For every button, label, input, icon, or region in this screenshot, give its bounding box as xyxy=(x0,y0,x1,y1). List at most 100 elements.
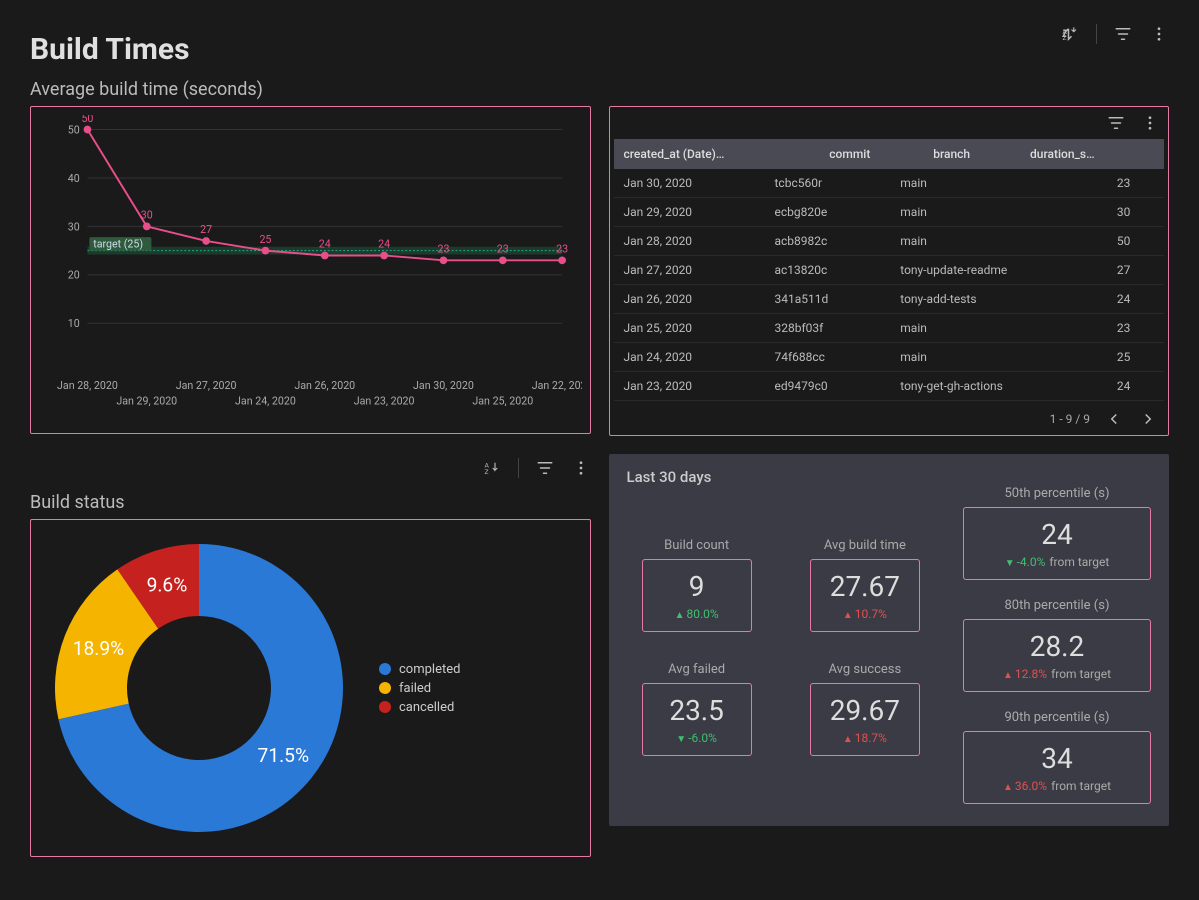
builds-table: created_at (Date)…commitbranchduration_s… xyxy=(614,139,1165,169)
table-header[interactable]: branch xyxy=(923,139,1020,169)
donut-legend: completed failed cancelled xyxy=(379,658,460,719)
more-vert-icon[interactable] xyxy=(1149,24,1169,44)
table-cell: 25 xyxy=(1107,343,1164,372)
table-cell: Jan 28, 2020 xyxy=(614,227,765,256)
sort-az-icon[interactable]: AZ xyxy=(482,458,502,478)
filter-icon[interactable] xyxy=(535,458,555,478)
table-header[interactable]: duration_s… xyxy=(1020,139,1164,169)
svg-text:71.5%: 71.5% xyxy=(258,744,309,767)
table-row[interactable]: Jan 24, 202074f688ccmain25 xyxy=(614,343,1165,372)
panel-toolbar-donut: AZ xyxy=(30,454,591,488)
svg-text:27: 27 xyxy=(200,223,212,236)
arrow-up-icon: ▲ xyxy=(675,610,685,621)
table-cell: Jan 30, 2020 xyxy=(614,169,765,198)
legend-item[interactable]: completed xyxy=(379,662,460,677)
table-cell: 50 xyxy=(1107,227,1164,256)
stat-avg-success: Avg success 29.67 ▲18.7% xyxy=(810,662,920,756)
table-cell: ecbg820e xyxy=(765,198,891,227)
svg-text:50: 50 xyxy=(81,115,93,125)
table-header[interactable]: created_at (Date)… xyxy=(614,139,820,169)
table-cell: 74f688cc xyxy=(765,343,891,372)
table-row[interactable]: Jan 23, 2020ed9479c0tony-get-gh-actions2… xyxy=(614,372,1165,401)
svg-text:9.6%: 9.6% xyxy=(147,573,188,596)
arrow-up-icon: ▲ xyxy=(1003,782,1013,793)
arrow-down-icon: ▼ xyxy=(1005,558,1015,569)
svg-text:30: 30 xyxy=(141,209,153,222)
filter-icon[interactable] xyxy=(1106,113,1126,133)
table-cell: main xyxy=(890,343,1107,372)
donut-panel: 9.6%18.9%71.5% completed failed cancelled xyxy=(30,519,591,857)
filter-icon[interactable] xyxy=(1113,24,1133,44)
table-header[interactable]: commit xyxy=(819,139,923,169)
table-cell: 341a511d xyxy=(765,285,891,314)
legend-item[interactable]: failed xyxy=(379,681,460,696)
arrow-up-icon: ▲ xyxy=(843,610,853,621)
legend-swatch xyxy=(379,701,391,713)
table-cell: main xyxy=(890,314,1107,343)
table-cell: Jan 24, 2020 xyxy=(614,343,765,372)
table-cell: tony-add-tests xyxy=(890,285,1107,314)
legend-swatch xyxy=(379,682,391,694)
svg-text:10: 10 xyxy=(68,317,80,330)
line-chart-title: Average build time (seconds) xyxy=(30,79,1169,100)
panel-toolbar-top: AZ xyxy=(609,20,1170,54)
svg-text:24: 24 xyxy=(319,238,331,251)
stats-panel-title: Last 30 days xyxy=(627,468,1152,486)
table-cell: ac13820c xyxy=(765,256,891,285)
sort-az-icon[interactable]: AZ xyxy=(1060,24,1080,44)
more-vert-icon[interactable] xyxy=(1140,113,1160,133)
stat-delta: 12.8% xyxy=(1015,667,1047,681)
stat-label: 50th percentile (s) xyxy=(963,486,1151,501)
svg-text:Z: Z xyxy=(484,468,488,476)
svg-text:30: 30 xyxy=(68,220,80,233)
svg-text:Jan 24, 2020: Jan 24, 2020 xyxy=(235,395,296,408)
svg-text:Jan 26, 2020: Jan 26, 2020 xyxy=(294,379,355,392)
table-cell: acb8982c xyxy=(765,227,891,256)
table-row[interactable]: Jan 29, 2020ecbg820emain30 xyxy=(614,198,1165,227)
table-row[interactable]: Jan 26, 2020341a511dtony-add-tests24 xyxy=(614,285,1165,314)
table-cell: tcbc560r xyxy=(765,169,891,198)
table-cell: Jan 25, 2020 xyxy=(614,314,765,343)
svg-text:Jan 30, 2020: Jan 30, 2020 xyxy=(413,379,474,392)
table-cell: Jan 29, 2020 xyxy=(614,198,765,227)
table-cell: 24 xyxy=(1107,372,1164,401)
stat-suffix: from target xyxy=(1051,667,1111,681)
stat-delta: 18.7% xyxy=(855,731,887,745)
svg-text:50: 50 xyxy=(68,123,80,136)
table-cell: Jan 23, 2020 xyxy=(614,372,765,401)
stat-value: 9 xyxy=(657,570,737,603)
svg-text:Jan 23, 2020: Jan 23, 2020 xyxy=(354,395,415,408)
stat-build-count: Build count 9 ▲80.0% xyxy=(642,538,752,632)
svg-text:Jan 25, 2020: Jan 25, 2020 xyxy=(472,395,533,408)
table-row[interactable]: Jan 27, 2020ac13820ctony-update-readme27 xyxy=(614,256,1165,285)
legend-item[interactable]: cancelled xyxy=(379,700,460,715)
stat-value: 34 xyxy=(978,742,1136,775)
pager-next-icon[interactable] xyxy=(1138,409,1158,429)
svg-text:Jan 28, 2020: Jan 28, 2020 xyxy=(57,379,118,392)
donut-chart: 9.6%18.9%71.5% xyxy=(39,528,359,848)
svg-text:Z: Z xyxy=(1063,34,1067,42)
more-vert-icon[interactable] xyxy=(571,458,591,478)
svg-text:24: 24 xyxy=(378,238,390,251)
svg-text:Jan 29, 2020: Jan 29, 2020 xyxy=(116,395,177,408)
pager-prev-icon[interactable] xyxy=(1104,409,1124,429)
table-cell: 23 xyxy=(1107,314,1164,343)
stat-value: 23.5 xyxy=(657,694,737,727)
toolbar-divider xyxy=(1096,24,1097,44)
stat-label: Avg success xyxy=(810,662,920,677)
table-cell: tony-update-readme xyxy=(890,256,1107,285)
table-row[interactable]: Jan 30, 2020tcbc560rmain23 xyxy=(614,169,1165,198)
table-row[interactable]: Jan 28, 2020acb8982cmain50 xyxy=(614,227,1165,256)
donut-chart-title: Build status xyxy=(30,492,591,513)
stat-p50: 50th percentile (s) 24 ▼-4.0%from target xyxy=(963,486,1151,580)
table-pager: 1 - 9 / 9 xyxy=(614,401,1165,431)
table-cell: tony-get-gh-actions xyxy=(890,372,1107,401)
table-cell: 23 xyxy=(1107,169,1164,198)
table-row[interactable]: Jan 25, 2020328bf03fmain23 xyxy=(614,314,1165,343)
table-cell: Jan 27, 2020 xyxy=(614,256,765,285)
stat-label: 80th percentile (s) xyxy=(963,598,1151,613)
stat-delta: 36.0% xyxy=(1015,779,1047,793)
legend-label: failed xyxy=(399,681,431,696)
svg-text:40: 40 xyxy=(68,172,80,185)
stats-panel: Last 30 days Build count 9 ▲80.0% Avg fa… xyxy=(609,454,1170,826)
